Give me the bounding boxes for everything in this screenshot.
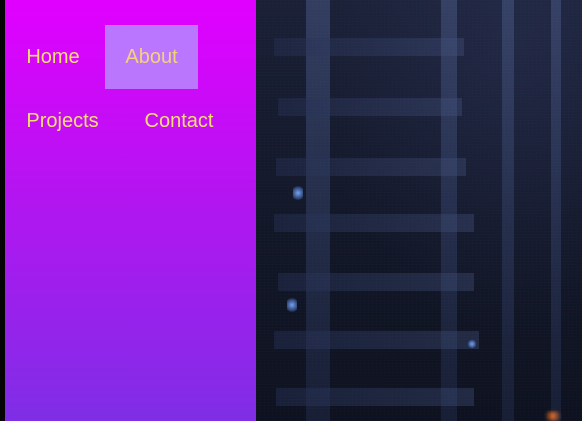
building-floor <box>274 331 479 349</box>
app-frame: Home About Projects Contact <box>0 0 582 421</box>
nav-item-home[interactable]: Home <box>5 25 101 89</box>
building-floor <box>276 158 466 176</box>
building-floor <box>278 98 462 116</box>
building-column <box>502 0 514 421</box>
building-floor <box>278 273 474 291</box>
window-light <box>293 184 303 202</box>
building-floor <box>274 38 464 56</box>
nav-item-projects[interactable]: Projects <box>5 89 120 153</box>
building-column <box>306 0 330 421</box>
nav-item-about[interactable]: About <box>105 25 198 89</box>
building-floor <box>276 388 474 406</box>
nav-item-contact[interactable]: Contact <box>130 89 228 153</box>
sidebar: Home About Projects Contact <box>5 0 256 421</box>
photo-noise-overlay <box>256 0 582 421</box>
building-column <box>441 0 457 421</box>
street-light-glow <box>542 411 564 421</box>
building-floor <box>274 214 474 232</box>
window-light <box>468 339 476 349</box>
building-column <box>551 0 561 421</box>
night-building-photo <box>256 0 582 421</box>
window-light <box>287 296 297 314</box>
